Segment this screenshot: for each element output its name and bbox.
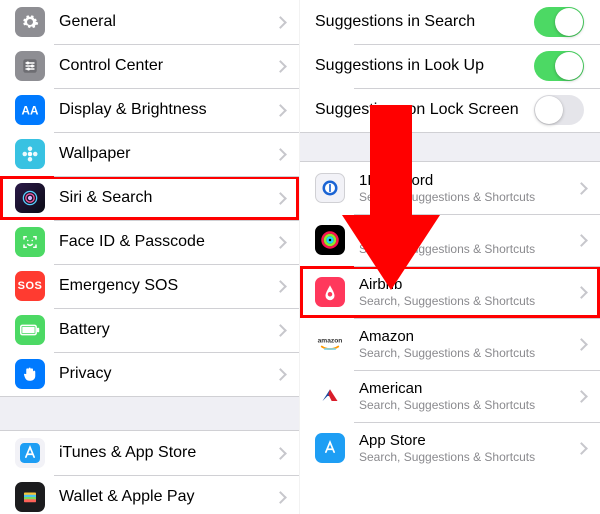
settings-row-label: Battery	[59, 321, 267, 339]
app-row-appstore[interactable]: App StoreSearch, Suggestions & Shortcuts	[300, 422, 600, 474]
settings-row-label: iTunes & App Store	[59, 444, 267, 462]
app-row-subtitle: Search, Suggestions & Shortcuts	[359, 398, 568, 412]
svg-text:AA: AA	[22, 104, 39, 117]
settings-row-faceid[interactable]: Face ID & Passcode	[0, 220, 299, 264]
app-row-american[interactable]: AmericanSearch, Suggestions & Shortcuts	[300, 370, 600, 422]
settings-list: General Control Center AA Display & Brightn…	[0, 0, 299, 396]
settings-row-label: Wallet & Apple Pay	[59, 488, 267, 506]
settings-row-label: Emergency SOS	[59, 277, 267, 295]
chevron-right-icon	[275, 446, 283, 460]
app-row-text: App StoreSearch, Suggestions & Shortcuts	[359, 432, 568, 464]
gear-icon	[15, 7, 45, 37]
settings-row-wallpaper[interactable]: Wallpaper	[0, 132, 299, 176]
settings-row-label: Face ID & Passcode	[59, 233, 267, 251]
toggle-label: Suggestions in Look Up	[315, 57, 534, 75]
settings-list-2: iTunes & App Store Wallet & Apple Pay	[0, 431, 299, 514]
faceid-icon	[15, 227, 45, 257]
siri-icon	[15, 183, 45, 213]
app-row-title: Amazon	[359, 328, 568, 346]
activity-rings-icon	[315, 225, 345, 255]
settings-row-itunes[interactable]: iTunes & App Store	[0, 431, 299, 475]
settings-row-label: Control Center	[59, 57, 267, 75]
app-row-text: AmericanSearch, Suggestions & Shortcuts	[359, 380, 568, 412]
app-row-text: 1PasswordSearch, Suggestions & Shortcuts	[359, 172, 568, 204]
app-row-1password[interactable]: 1PasswordSearch, Suggestions & Shortcuts	[300, 162, 600, 214]
chevron-right-icon	[275, 235, 283, 249]
settings-row-control-center[interactable]: Control Center	[0, 44, 299, 88]
app-row-title: American	[359, 380, 568, 398]
toggle-switch-sugg-lookup[interactable]	[534, 51, 584, 81]
settings-row-label: Privacy	[59, 365, 267, 383]
toggle-row-sugg-lookup: Suggestions in Look Up	[300, 44, 600, 88]
chevron-right-icon	[576, 181, 584, 195]
settings-row-battery[interactable]: Battery	[0, 308, 299, 352]
settings-row-label: Wallpaper	[59, 145, 267, 163]
chevron-right-icon	[576, 337, 584, 351]
svg-text:amazon: amazon	[318, 337, 343, 344]
settings-row-label: Display & Brightness	[59, 101, 267, 119]
chevron-right-icon	[275, 191, 283, 205]
app-row-subtitle: Search, Suggestions & Shortcuts	[359, 346, 568, 360]
settings-root-pane: General Control Center AA Display & Brightn…	[0, 0, 300, 514]
section-gap	[0, 396, 299, 431]
toggle-row-sugg-lock: Suggestions on Lock Screen	[300, 88, 600, 132]
app-row-subtitle: Search, Suggestions & Shortcuts	[359, 294, 568, 308]
app-row-subtitle: Search, Suggestions & Shortcuts	[359, 190, 568, 204]
settings-row-wallet[interactable]: Wallet & Apple Pay	[0, 475, 299, 514]
app-row-title: 1Password	[359, 172, 568, 190]
app-row-subtitle: Search, Suggestions & Shortcuts	[359, 450, 568, 464]
app-row-title: App Store	[359, 432, 568, 450]
chevron-right-icon	[576, 389, 584, 403]
chevron-right-icon	[275, 279, 283, 293]
chevron-right-icon	[576, 233, 584, 247]
settings-row-siri[interactable]: Siri & Search	[0, 176, 299, 220]
chevron-right-icon	[275, 103, 283, 117]
battery-icon	[15, 315, 45, 345]
chevron-right-icon	[576, 285, 584, 299]
settings-row-general[interactable]: General	[0, 0, 299, 44]
hand-icon	[15, 359, 45, 389]
toggle-row-sugg-search: Suggestions in Search	[300, 0, 600, 44]
app-row-text: ActivitySearch, Suggestions & Shortcuts	[359, 224, 568, 256]
american-airlines-icon	[315, 381, 345, 411]
letters-aa-icon: AA	[15, 95, 45, 125]
flower-icon	[15, 139, 45, 169]
wallet-icon	[15, 482, 45, 512]
chevron-right-icon	[275, 59, 283, 73]
app-row-title: Airbnb	[359, 276, 568, 294]
toggle-section: Suggestions in Search Suggestions in Look…	[300, 0, 600, 132]
chevron-right-icon	[275, 323, 283, 337]
onepassword-icon	[315, 173, 345, 203]
chevron-right-icon	[576, 441, 584, 455]
airbnb-icon	[315, 277, 345, 307]
settings-row-privacy[interactable]: Privacy	[0, 352, 299, 396]
app-row-text: AmazonSearch, Suggestions & Shortcuts	[359, 328, 568, 360]
toggle-label: Suggestions in Search	[315, 13, 534, 31]
settings-row-label: Siri & Search	[59, 189, 267, 207]
amazon-icon: amazon	[315, 329, 345, 359]
sliders-icon	[15, 51, 45, 81]
appstore-a-icon	[15, 438, 45, 468]
siri-search-pane: Suggestions in Search Suggestions in Look…	[300, 0, 600, 514]
settings-row-display[interactable]: AA Display & Brightness	[0, 88, 299, 132]
toggle-switch-sugg-lock[interactable]	[534, 95, 584, 125]
settings-row-label: General	[59, 13, 267, 31]
chevron-right-icon	[275, 367, 283, 381]
section-gap	[300, 132, 600, 162]
chevron-right-icon	[275, 15, 283, 29]
appstore-a-icon	[315, 433, 345, 463]
settings-row-sos[interactable]: SOS Emergency SOS	[0, 264, 299, 308]
sos-icon: SOS	[15, 271, 45, 301]
app-row-title: Activity	[359, 224, 568, 242]
app-row-subtitle: Search, Suggestions & Shortcuts	[359, 242, 568, 256]
chevron-right-icon	[275, 490, 283, 504]
chevron-right-icon	[275, 147, 283, 161]
app-row-airbnb[interactable]: AirbnbSearch, Suggestions & Shortcuts	[300, 266, 600, 318]
app-row-activity[interactable]: ActivitySearch, Suggestions & Shortcuts	[300, 214, 600, 266]
app-row-amazon[interactable]: amazon AmazonSearch, Suggestions & Shortc…	[300, 318, 600, 370]
toggle-label: Suggestions on Lock Screen	[315, 101, 534, 119]
app-row-text: AirbnbSearch, Suggestions & Shortcuts	[359, 276, 568, 308]
app-siri-settings-list: 1PasswordSearch, Suggestions & Shortcuts…	[300, 162, 600, 474]
toggle-switch-sugg-search[interactable]	[534, 7, 584, 37]
